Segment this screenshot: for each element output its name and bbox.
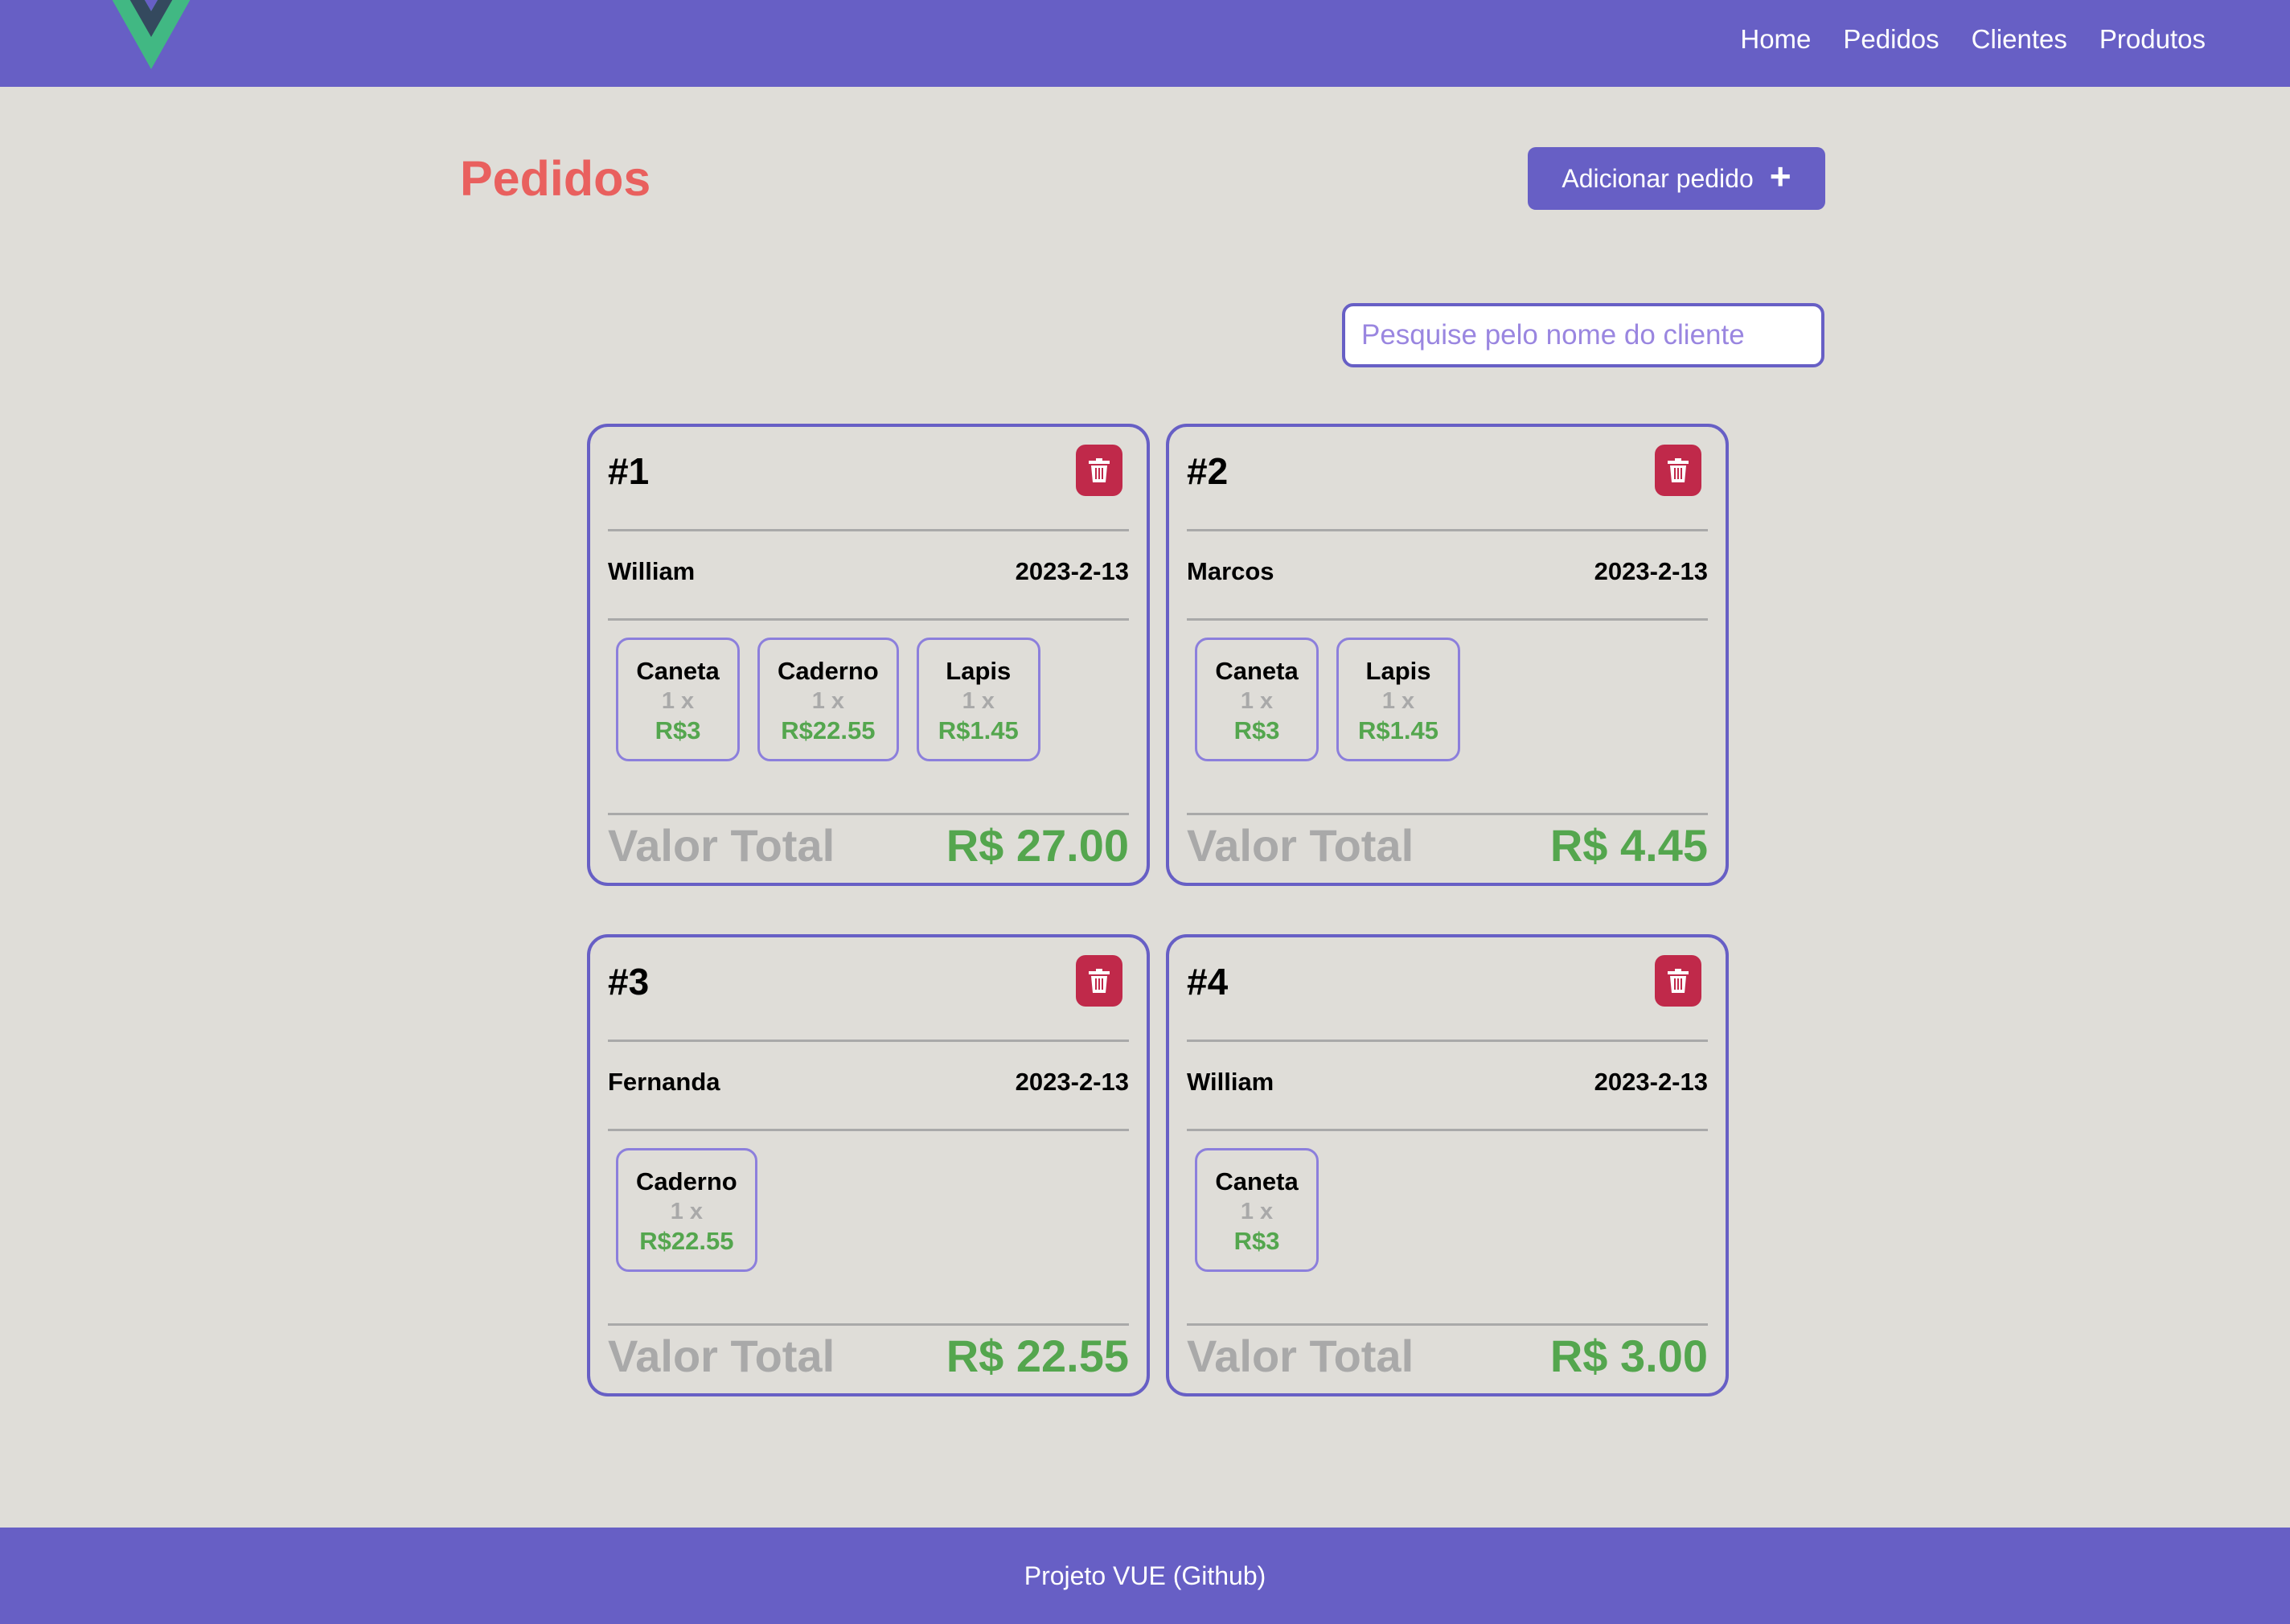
top-navbar: Home Pedidos Clientes Produtos	[0, 0, 2290, 87]
divider	[608, 1323, 1129, 1326]
delete-order-button[interactable]	[1076, 955, 1122, 1007]
order-client: Fernanda	[608, 1068, 720, 1096]
order-card: #3 Fernanda 2023-2-13 Caderno 1 x R$22.5…	[587, 934, 1150, 1396]
add-order-button[interactable]: Adicionar pedido +	[1528, 147, 1825, 210]
product-name: Caneta	[1215, 1167, 1299, 1195]
plus-icon: +	[1769, 155, 1791, 197]
order-client: William	[608, 557, 696, 585]
trash-icon	[1668, 458, 1689, 482]
product-qty: 1 x	[962, 688, 995, 714]
product-price: R$22.55	[639, 1227, 734, 1255]
product-price: R$1.45	[1358, 716, 1438, 744]
product-name: Caderno	[636, 1167, 737, 1195]
total-label: Valor Total	[1187, 820, 1414, 871]
order-products: Caderno 1 x R$22.55	[616, 1148, 757, 1272]
trash-icon	[1089, 458, 1110, 482]
order-products: Caneta 1 x R$3 Caderno 1 x R$22.55 Lapis…	[616, 638, 1040, 761]
product-qty: 1 x	[811, 688, 845, 714]
github-link[interactable]: Projeto VUE (Github)	[1024, 1561, 1266, 1591]
product-chip: Lapis 1 x R$1.45	[916, 638, 1040, 761]
client-search-input[interactable]	[1342, 303, 1824, 367]
total-value: R$ 27.00	[946, 820, 1129, 871]
product-chip: Caderno 1 x R$22.55	[757, 638, 899, 761]
product-chip: Caderno 1 x R$22.55	[616, 1148, 757, 1272]
nav-pedidos-link[interactable]: Pedidos	[1843, 21, 1939, 58]
nav-home-link[interactable]: Home	[1740, 21, 1811, 58]
order-card: #1 William 2023-2-13 Caneta 1 x R$3 Cade…	[587, 424, 1150, 886]
product-qty: 1 x	[661, 688, 695, 714]
total-label: Valor Total	[1187, 1331, 1414, 1381]
order-number: #4	[1187, 961, 1229, 1003]
order-number: #3	[608, 961, 650, 1003]
divider	[608, 1129, 1129, 1131]
footer: Projeto VUE (Github)	[0, 1528, 2290, 1624]
divider	[1187, 618, 1708, 621]
total-label: Valor Total	[608, 820, 835, 871]
product-name: Caneta	[1215, 657, 1299, 685]
product-name: Lapis	[1365, 657, 1431, 685]
product-chip: Caneta 1 x R$3	[1195, 1148, 1319, 1272]
product-qty: 1 x	[670, 1199, 704, 1224]
product-qty: 1 x	[1240, 1199, 1274, 1224]
order-number: #2	[1187, 450, 1229, 492]
total-label: Valor Total	[608, 1331, 835, 1381]
delete-order-button[interactable]	[1655, 955, 1701, 1007]
product-name: Caneta	[636, 657, 720, 685]
order-card: #2 Marcos 2023-2-13 Caneta 1 x R$3 Lapis	[1166, 424, 1729, 886]
divider	[1187, 529, 1708, 531]
divider	[1187, 1040, 1708, 1042]
main-nav: Home Pedidos Clientes Produtos	[1740, 21, 2206, 58]
delete-order-button[interactable]	[1076, 445, 1122, 496]
add-order-label: Adicionar pedido	[1562, 163, 1754, 193]
order-products: Caneta 1 x R$3	[1195, 1148, 1319, 1272]
vue-logo-icon[interactable]	[108, 0, 195, 71]
product-price: R$3	[655, 716, 701, 744]
order-products: Caneta 1 x R$3 Lapis 1 x R$1.45	[1195, 638, 1460, 761]
divider	[1187, 813, 1708, 815]
divider	[608, 618, 1129, 621]
trash-icon	[1089, 969, 1110, 993]
product-chip: Lapis 1 x R$1.45	[1336, 638, 1460, 761]
nav-produtos-link[interactable]: Produtos	[2099, 21, 2206, 58]
product-price: R$3	[1233, 716, 1280, 744]
page-title: Pedidos	[460, 151, 651, 206]
order-client: William	[1187, 1068, 1274, 1096]
product-chip: Caneta 1 x R$3	[616, 638, 740, 761]
order-number: #1	[608, 450, 650, 492]
divider	[608, 1040, 1129, 1042]
order-date: 2023-2-13	[1015, 557, 1129, 585]
product-qty: 1 x	[1381, 688, 1415, 714]
divider	[1187, 1323, 1708, 1326]
total-value: R$ 3.00	[1549, 1331, 1708, 1381]
product-chip: Caneta 1 x R$3	[1195, 638, 1319, 761]
divider	[608, 529, 1129, 531]
total-value: R$ 22.55	[946, 1331, 1129, 1381]
divider	[608, 813, 1129, 815]
order-client: Marcos	[1187, 557, 1274, 585]
order-date: 2023-2-13	[1015, 1068, 1129, 1096]
product-price: R$3	[1233, 1227, 1280, 1255]
total-value: R$ 4.45	[1549, 820, 1708, 871]
product-qty: 1 x	[1240, 688, 1274, 714]
order-card: #4 William 2023-2-13 Caneta 1 x R$3 Valo…	[1166, 934, 1729, 1396]
nav-clientes-link[interactable]: Clientes	[1972, 21, 2067, 58]
order-date: 2023-2-13	[1594, 557, 1708, 585]
product-price: R$1.45	[938, 716, 1019, 744]
product-name: Lapis	[946, 657, 1012, 685]
divider	[1187, 1129, 1708, 1131]
order-date: 2023-2-13	[1594, 1068, 1708, 1096]
delete-order-button[interactable]	[1655, 445, 1701, 496]
product-price: R$22.55	[781, 716, 876, 744]
product-name: Caderno	[778, 657, 879, 685]
trash-icon	[1668, 969, 1689, 993]
